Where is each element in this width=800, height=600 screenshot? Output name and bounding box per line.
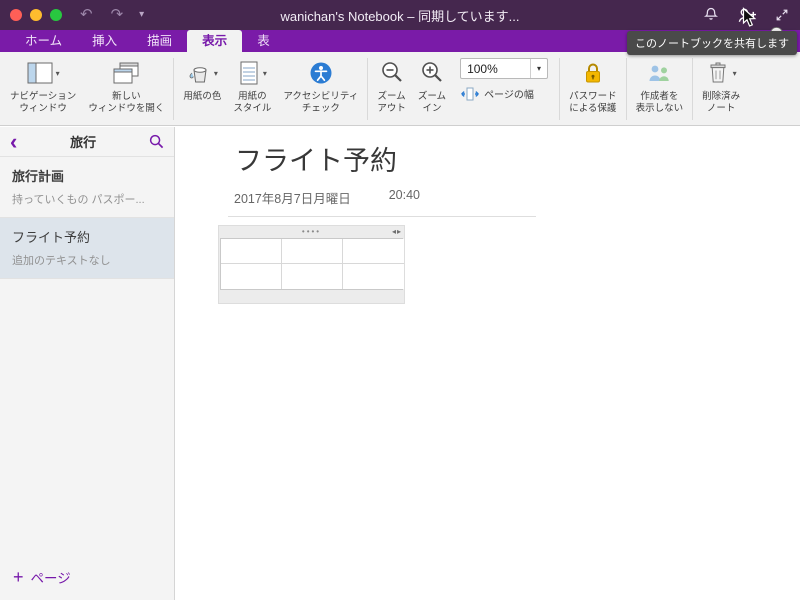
section-title: 旅行 bbox=[70, 135, 97, 150]
ribbon-separator bbox=[625, 58, 627, 120]
titlebar: ↶ ↷ ▾ wanichan's Notebook – 同期しています... bbox=[0, 0, 800, 30]
table-drag-handle[interactable]: •••• ◂▸ bbox=[219, 226, 404, 238]
notifications-bell-icon[interactable] bbox=[702, 6, 720, 24]
redo-icon[interactable]: ↷ bbox=[111, 0, 124, 30]
share-notebook-icon[interactable] bbox=[736, 6, 758, 24]
ribbon-toolbar: ▾ ナビゲーション ウィンドウ 新しい ウィンドウを開く ▾ 用紙の色 ▾ 用紙… bbox=[0, 52, 800, 126]
page-style-label: 用紙の スタイル bbox=[233, 91, 272, 114]
back-chevron-icon[interactable]: ‹ bbox=[10, 129, 17, 155]
zoom-out-icon bbox=[381, 62, 402, 82]
page-item-subtitle: 追加のテキストなし bbox=[12, 255, 111, 267]
zoom-level-select[interactable]: 100% ▾ bbox=[460, 58, 549, 79]
page-item-title: フライト予約 bbox=[12, 230, 91, 245]
table-resize-arrows-icon[interactable]: ◂▸ bbox=[392, 227, 402, 236]
page-meta: 2017年8月7日月曜日 20:40 bbox=[228, 188, 536, 217]
table-handle-dots-icon: •••• bbox=[301, 227, 322, 236]
ribbon-separator bbox=[367, 58, 369, 120]
ribbon-separator bbox=[173, 58, 175, 120]
zoom-in-button[interactable]: ズーム イン bbox=[412, 58, 452, 115]
page-style-button[interactable]: ▾ 用紙の スタイル bbox=[227, 58, 277, 115]
share-tooltip: このノートブックを共有します bbox=[627, 31, 797, 55]
traffic-lights bbox=[0, 9, 62, 21]
zoom-group: 100% ▾ ページの幅 bbox=[452, 58, 556, 101]
ribbon-separator bbox=[559, 58, 561, 120]
accessibility-check-button[interactable]: アクセシビリティ チェック bbox=[277, 58, 364, 115]
page-item-trip-plan[interactable]: 旅行計画 持っていくもの パスポー... bbox=[0, 157, 174, 218]
zoom-out-button[interactable]: ズーム アウト bbox=[371, 58, 412, 115]
new-window-icon bbox=[113, 62, 139, 84]
zoom-level-value: 100% bbox=[467, 61, 498, 76]
page-color-label: 用紙の色 bbox=[183, 91, 222, 102]
quick-access-caret-icon[interactable]: ▾ bbox=[139, 0, 144, 30]
page-style-icon bbox=[240, 61, 258, 85]
tab-draw[interactable]: 描画 bbox=[132, 30, 187, 52]
hide-authors-label: 作成者を 表示しない bbox=[635, 91, 684, 114]
dropdown-caret-icon: ▾ bbox=[262, 68, 267, 78]
accessibility-check-icon bbox=[310, 62, 332, 84]
page-width-icon bbox=[461, 87, 479, 100]
new-window-button[interactable]: 新しい ウィンドウを開く bbox=[82, 58, 170, 115]
table-cell[interactable] bbox=[221, 264, 282, 289]
password-protect-label: パスワード による保護 bbox=[569, 91, 617, 114]
zoom-in-label: ズーム イン bbox=[417, 91, 447, 114]
maximize-button[interactable] bbox=[50, 9, 62, 21]
dropdown-caret-icon: ▾ bbox=[55, 68, 60, 78]
deleted-notes-trash-icon bbox=[710, 62, 726, 83]
page-color-button[interactable]: ▾ 用紙の色 bbox=[177, 58, 227, 103]
deleted-notes-button[interactable]: ▾ 削除済み ノート bbox=[696, 58, 746, 115]
fullscreen-icon[interactable] bbox=[774, 7, 790, 23]
hide-authors-icon bbox=[649, 65, 670, 81]
navigation-pane-label: ナビゲーション ウィンドウ bbox=[10, 91, 77, 114]
page-editor-canvas[interactable]: フライト予約 2017年8月7日月曜日 20:40 •••• ◂▸ bbox=[176, 127, 800, 600]
navigation-pane-icon bbox=[27, 62, 53, 84]
page-title[interactable]: フライト予約 bbox=[235, 139, 800, 178]
page-width-label: ページの幅 bbox=[484, 90, 534, 101]
zoom-caret-icon[interactable]: ▾ bbox=[530, 59, 547, 78]
tab-view[interactable]: 表示 bbox=[187, 30, 243, 52]
accessibility-check-label: アクセシビリティ チェック bbox=[283, 91, 359, 114]
page-color-icon bbox=[189, 67, 207, 83]
sidebar-header: ‹ 旅行 bbox=[0, 127, 174, 157]
new-window-label: 新しい ウィンドウを開く bbox=[88, 91, 165, 114]
undo-icon[interactable]: ↶ bbox=[80, 0, 93, 30]
zoom-in-icon bbox=[422, 62, 442, 82]
table-cell[interactable] bbox=[343, 264, 404, 289]
dropdown-caret-icon: ▾ bbox=[213, 68, 218, 78]
table-cell[interactable] bbox=[282, 264, 343, 289]
page-width-button[interactable]: ページの幅 bbox=[460, 86, 548, 101]
tab-insert[interactable]: 挿入 bbox=[77, 30, 132, 52]
add-page-button[interactable]: + ページ bbox=[0, 554, 174, 600]
minimize-button[interactable] bbox=[30, 9, 42, 21]
search-icon[interactable] bbox=[149, 134, 164, 149]
deleted-notes-label: 削除済み ノート bbox=[702, 91, 741, 114]
page-item-subtitle: 持っていくもの パスポー... bbox=[12, 194, 145, 206]
table-cell[interactable] bbox=[221, 239, 282, 264]
tab-home[interactable]: ホーム bbox=[10, 30, 77, 52]
navigation-pane-button[interactable]: ▾ ナビゲーション ウィンドウ bbox=[4, 58, 82, 115]
close-button[interactable] bbox=[10, 9, 22, 21]
password-lock-icon bbox=[585, 63, 600, 83]
embedded-table[interactable]: •••• ◂▸ bbox=[218, 225, 405, 304]
password-protect-button[interactable]: パスワード による保護 bbox=[563, 58, 623, 115]
page-time: 20:40 bbox=[388, 188, 420, 202]
ribbon-separator bbox=[692, 58, 694, 120]
table-cell[interactable] bbox=[282, 239, 343, 264]
add-page-label: ページ bbox=[30, 571, 71, 586]
table-cell[interactable] bbox=[343, 239, 404, 264]
page-list-sidebar: ‹ 旅行 旅行計画 持っていくもの パスポー... フライト予約 追加のテキスト… bbox=[0, 127, 175, 600]
page-date: 2017年8月7日月曜日 bbox=[234, 192, 351, 206]
zoom-out-label: ズーム アウト bbox=[377, 91, 406, 114]
table-grid bbox=[220, 238, 404, 290]
hide-authors-button[interactable]: 作成者を 表示しない bbox=[630, 58, 690, 115]
plus-icon: + bbox=[13, 567, 24, 587]
tab-table[interactable]: 表 bbox=[242, 30, 285, 52]
page-item-title: 旅行計画 bbox=[12, 169, 65, 184]
page-item-flight-booking[interactable]: フライト予約 追加のテキストなし bbox=[0, 218, 174, 279]
dropdown-caret-icon: ▾ bbox=[732, 68, 737, 78]
